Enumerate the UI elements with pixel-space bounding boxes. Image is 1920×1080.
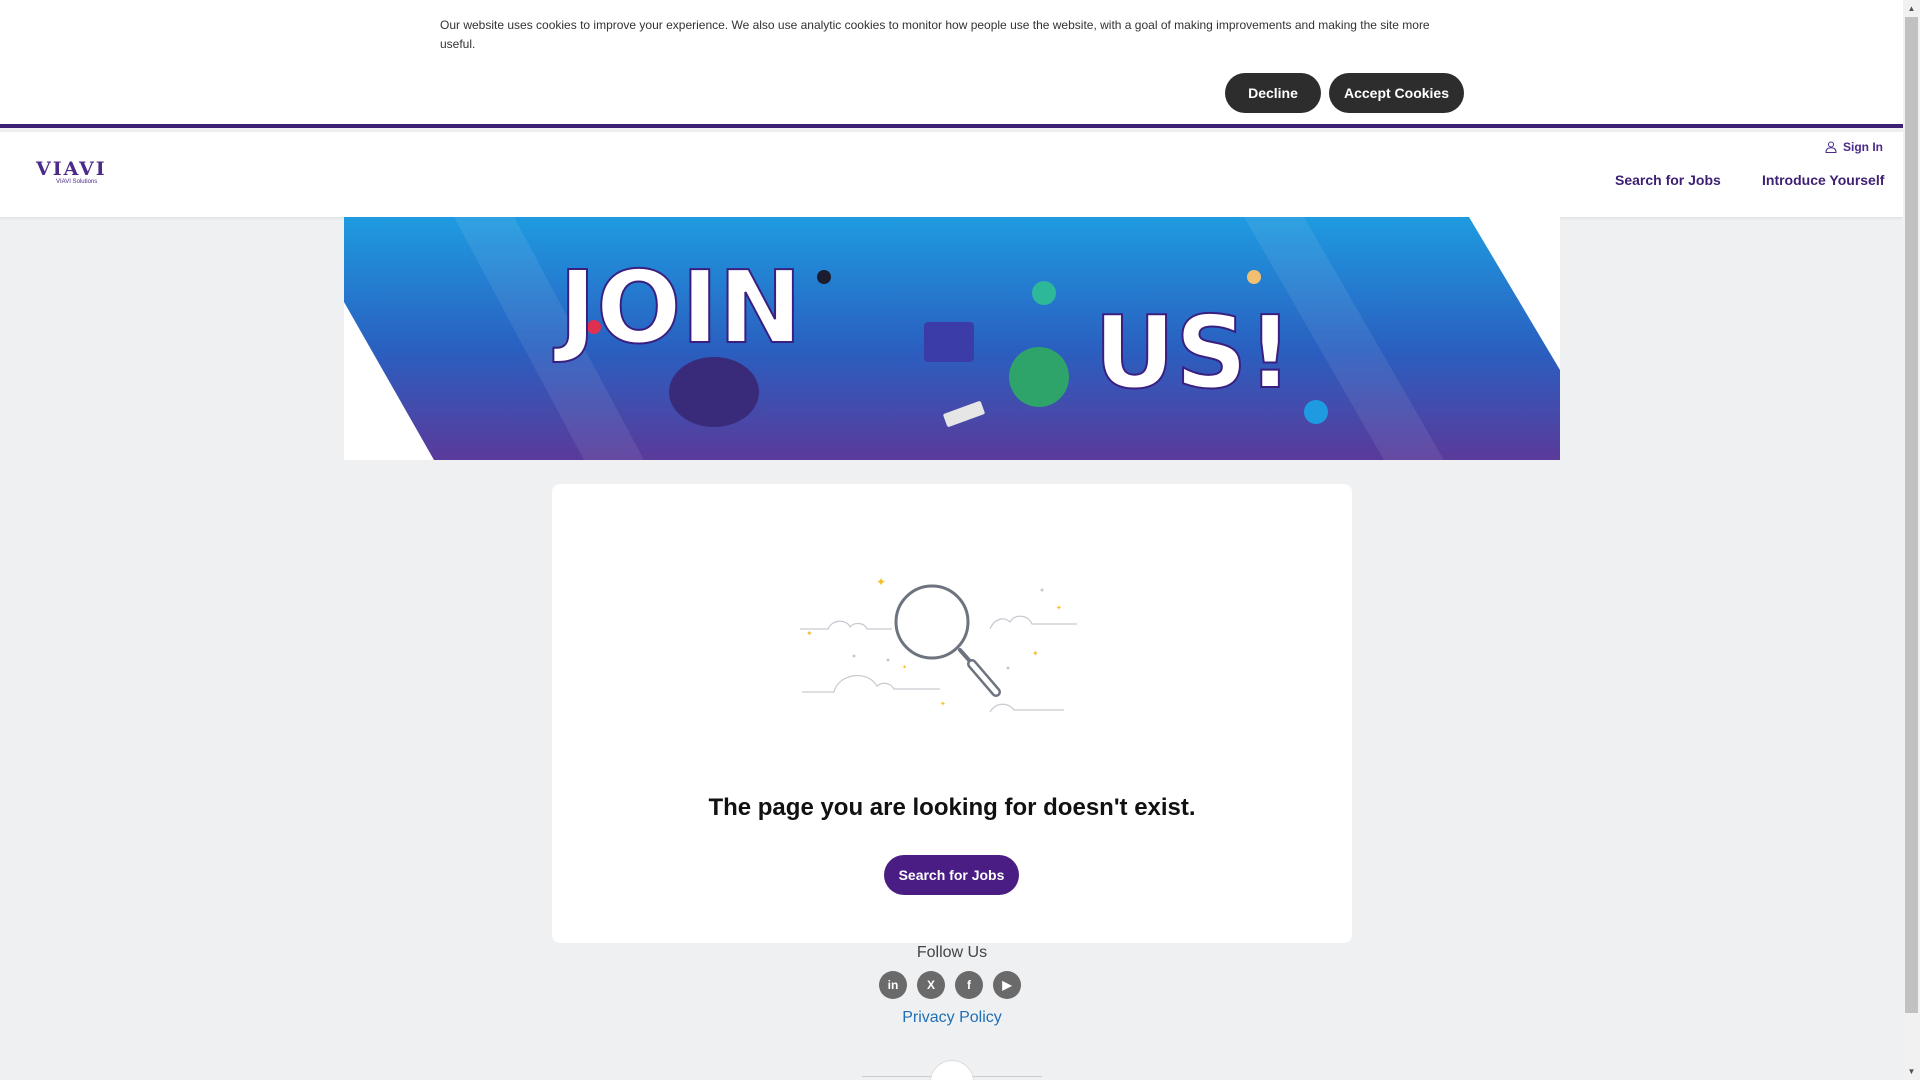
not-found-message: The page you are looking for doesn't exi… [708,794,1196,821]
workday-logo [930,1060,974,1080]
sign-in-label: Sign In [1843,140,1883,154]
viavi-logo[interactable]: VIAVI VIAVI Solutions [36,158,108,185]
follow-us-label: Follow Us [916,944,988,961]
sign-in-link[interactable]: Sign In [1825,140,1883,154]
nav-search-for-jobs[interactable]: Search for Jobs [1615,172,1721,188]
join-us-banner: JOIN US! [344,217,1560,460]
site-header: VIAVI VIAVI Solutions Sign In Search for… [0,132,1903,217]
cookie-banner: Our website uses cookies to improve your… [0,0,1903,128]
x-icon[interactable]: X [917,971,945,999]
hero-join-text: JOIN [553,249,802,366]
svg-text:✦: ✦ [1056,604,1062,612]
magnifier-illustration: ✦ ✦ ✦ ✦ ✦ ✦ [800,575,1077,713]
svg-text:✦: ✦ [876,575,886,589]
not-found-card: ✦ ✦ ✦ ✦ ✦ ✦ The page you are looking for… [552,484,1352,943]
logo-wordmark: VIAVI [36,158,107,180]
hero-us-text: US! [1094,294,1293,411]
accept-cookies-button[interactable]: Accept Cookies [1329,73,1464,113]
svg-text:✦: ✦ [806,629,813,638]
search-for-jobs-button[interactable]: Search for Jobs [884,855,1019,895]
privacy-policy-link[interactable]: Privacy Policy [852,1009,1052,1027]
youtube-icon[interactable]: ▶ [993,971,1021,999]
scroll-down-icon[interactable]: ▼ [1903,1063,1920,1080]
nav-introduce-yourself[interactable]: Introduce Yourself [1762,172,1884,188]
scroll-up-icon[interactable]: ▲ [1903,0,1920,17]
page-scrollbar[interactable]: ▲ ▼ [1903,0,1920,1080]
social-links: in X f ▶ [879,971,1021,999]
decline-cookies-button[interactable]: Decline [1225,73,1321,113]
cookie-message: Our website uses cookies to improve your… [440,18,1430,51]
facebook-icon[interactable]: f [955,971,983,999]
scroll-thumb[interactable] [1905,17,1918,1013]
svg-text:✦: ✦ [1032,649,1039,658]
linkedin-icon[interactable]: in [879,971,907,999]
svg-text:✦: ✦ [902,664,907,671]
svg-text:✦: ✦ [940,700,946,708]
user-icon [1825,141,1837,153]
